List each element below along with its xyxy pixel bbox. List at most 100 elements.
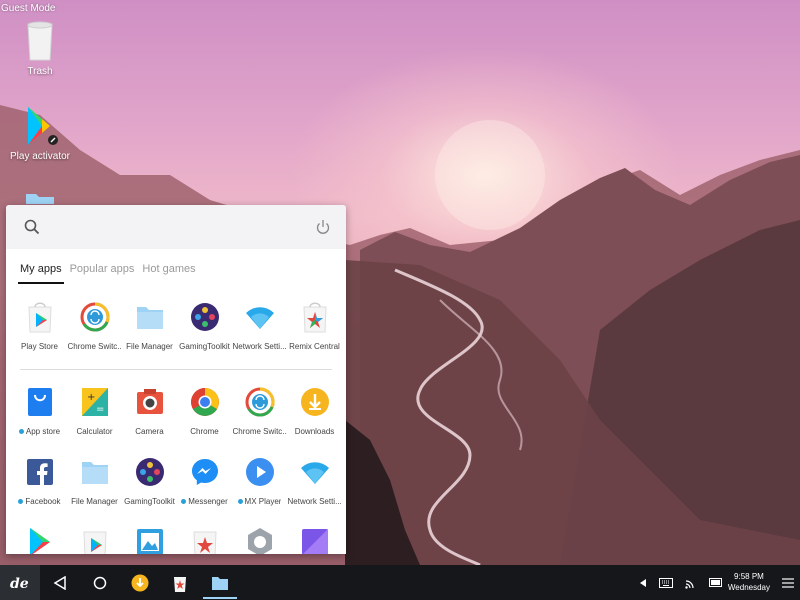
home-icon [93, 576, 107, 589]
app-chrome-switcher[interactable]: Chrome Switc... [67, 301, 122, 371]
start-button[interactable]: de [0, 565, 40, 600]
app-network-settings-2[interactable]: Network Setti... [287, 456, 342, 526]
taskbar-downloads[interactable] [120, 565, 160, 600]
app-gaming-toolkit[interactable]: GamingToolkit [177, 301, 232, 371]
app-gaming-toolkit-2[interactable]: GamingToolkit [122, 456, 177, 526]
camera-icon [136, 389, 163, 414]
back-icon [53, 575, 66, 590]
taskbar-remix-central[interactable] [160, 565, 200, 600]
svg-text:de: de [10, 576, 29, 591]
app-partial-photos[interactable] [122, 526, 177, 554]
chrome-icon [190, 388, 219, 416]
facebook-icon [26, 459, 53, 485]
notifications-icon [782, 577, 794, 588]
calculator-icon: + = [81, 388, 108, 416]
tray-battery[interactable] [704, 565, 728, 600]
taskbar: de 9:58 PM Wednesday [0, 565, 800, 600]
app-partial-theme[interactable] [287, 526, 342, 554]
clock-time: 9:58 PM [734, 572, 764, 581]
start-menu-search-bar[interactable] [6, 205, 346, 249]
new-app-dot [237, 499, 243, 504]
notifications-button[interactable] [776, 565, 800, 600]
app-label: Chrome Switc... [232, 427, 287, 436]
app-app-store[interactable]: App store [12, 386, 67, 456]
app-label: Play Store [21, 342, 58, 351]
app-messenger[interactable]: Messenger [177, 456, 232, 526]
app-chrome-switcher-2[interactable]: Chrome Switc... [232, 386, 287, 456]
play-store-icon [82, 531, 107, 554]
jide-logo-icon: de [10, 576, 29, 591]
app-label: App store [18, 427, 60, 436]
desktop-icon-play-activator[interactable]: Play activator [5, 105, 75, 162]
svg-text:+: + [87, 392, 95, 403]
app-label: Facebook [18, 497, 61, 506]
app-mx-player[interactable]: MX Player [232, 456, 287, 526]
wifi-icon [300, 462, 329, 484]
tray-keyboard[interactable] [654, 565, 678, 600]
desktop-icon-folder[interactable] [5, 190, 75, 204]
app-partial-settings[interactable] [232, 526, 287, 554]
app-file-manager-2[interactable]: File Manager [67, 456, 122, 526]
app-remix-central[interactable]: Remix Central [287, 301, 342, 371]
folder-icon [81, 462, 108, 484]
play-activator-icon [29, 528, 50, 554]
app-partial-play-store[interactable] [67, 526, 122, 554]
app-downloads[interactable]: Downloads [287, 386, 342, 456]
taskbar-file-manager[interactable] [200, 565, 240, 600]
folder-icon [26, 194, 54, 204]
battery-icon [709, 578, 722, 587]
play-activator-icon [28, 107, 58, 145]
remix-central-icon [192, 531, 217, 554]
app-label: File Manager [71, 497, 118, 506]
desktop-icon-trash[interactable]: Trash [5, 20, 75, 77]
tab-popular-apps[interactable]: Popular apps [70, 263, 141, 281]
app-label: GamingToolkit [179, 342, 230, 351]
app-store-icon [27, 388, 52, 416]
active-app-indicator [203, 597, 237, 599]
app-label: MX Player [237, 497, 281, 506]
app-label: Chrome [190, 427, 219, 436]
app-category-tabs: My apps Popular apps Hot games [20, 263, 204, 281]
app-label: Network Setti... [232, 342, 287, 351]
app-calculator[interactable]: + = Calculator [67, 386, 122, 456]
messenger-icon [191, 459, 218, 485]
keyboard-icon [659, 577, 673, 588]
wifi-icon [245, 307, 274, 329]
new-app-dot [18, 429, 24, 434]
start-menu: My apps Popular apps Hot games Play Stor… [6, 205, 346, 554]
app-partial-play[interactable] [12, 526, 67, 554]
app-file-manager[interactable]: File Manager [122, 301, 177, 371]
gaming-toolkit-icon [190, 303, 219, 331]
app-play-store[interactable]: Play Store [12, 301, 67, 371]
app-partial-remix-central[interactable] [177, 526, 232, 554]
chrome-switcher-icon [245, 387, 274, 417]
app-label: Remix Central [289, 342, 340, 351]
search-icon[interactable] [24, 219, 40, 235]
svg-text:=: = [96, 404, 104, 415]
downloads-icon [131, 574, 149, 591]
app-camera[interactable]: Camera [122, 386, 177, 456]
folder-icon [212, 576, 228, 590]
app-chrome[interactable]: Chrome [177, 386, 232, 456]
app-label: Messenger [181, 497, 228, 506]
home-button[interactable] [80, 565, 120, 600]
tray-cast[interactable] [680, 565, 702, 600]
tab-my-apps[interactable]: My apps [20, 263, 68, 281]
app-facebook[interactable]: Facebook [12, 456, 67, 526]
power-icon[interactable] [316, 219, 330, 235]
new-app-dot [18, 499, 24, 504]
clock-day: Wednesday [727, 583, 770, 592]
mx-player-icon [245, 458, 274, 486]
clock[interactable]: 9:58 PM Wednesday [728, 571, 770, 593]
theme-icon [301, 529, 328, 554]
tab-hot-games[interactable]: Hot games [142, 263, 201, 281]
downloads-icon [300, 388, 329, 416]
cast-icon [685, 579, 694, 589]
guest-mode-label: Guest Mode [1, 3, 56, 14]
app-network-settings[interactable]: Network Setti... [232, 301, 287, 371]
pinned-apps-grid: Play Store Chrome Switc... File Manager [12, 301, 342, 371]
back-button[interactable] [40, 565, 80, 600]
tray-expand[interactable] [632, 565, 654, 600]
settings-icon [247, 528, 272, 554]
remix-central-icon [302, 302, 327, 333]
